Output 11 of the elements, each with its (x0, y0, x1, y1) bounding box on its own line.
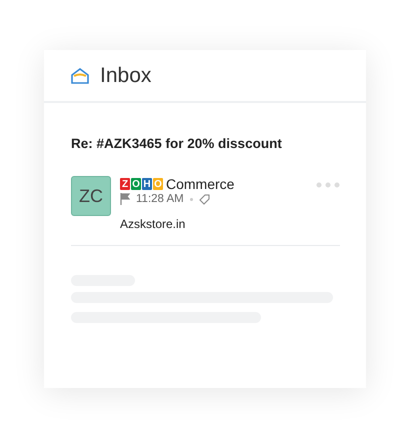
envelope-icon (70, 66, 90, 84)
mail-preview: Azskstore.in (120, 217, 186, 231)
logo: Z O H O (120, 178, 163, 190)
separator-dot (190, 198, 193, 200)
window-title: Inbox (100, 64, 152, 88)
avatar: ZC (71, 176, 111, 216)
mail-subject: Re: #AZK3465 for 20% disscount (71, 136, 283, 151)
sender-name: Commerce (166, 176, 234, 192)
tag-icon[interactable] (198, 194, 210, 204)
mail-time: 11:28 AM (136, 193, 184, 205)
flag-icon[interactable] (120, 193, 130, 205)
